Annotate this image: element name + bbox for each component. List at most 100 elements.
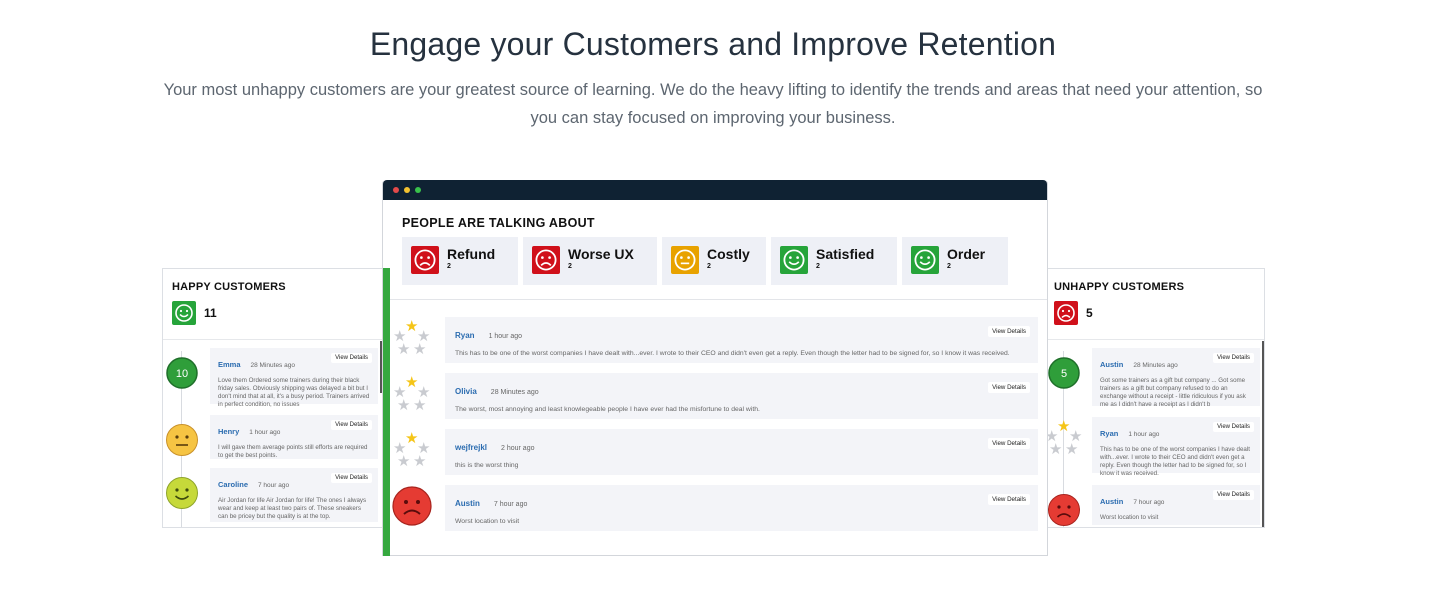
star-empty-icon: ★ [397, 341, 411, 358]
neutral-face-icon [165, 423, 199, 457]
score-badge: 10 [165, 356, 199, 390]
topic-count: 2 [816, 263, 820, 270]
review-text: Worst location to visit [1100, 514, 1159, 521]
window-maximize-dot[interactable] [415, 187, 421, 193]
unhappy-panel-title: UNHAPPY CUSTOMERS [1054, 281, 1185, 293]
topic-label: Costly [707, 246, 750, 262]
star-rating: ★ ★ ★ ★ ★ [393, 319, 433, 358]
topic-count: 2 [707, 263, 711, 270]
topic-count: 2 [568, 263, 572, 270]
unhappy-customers-panel: UNHAPPY CUSTOMERS 5 5 Austin 28 Minutes a… [1045, 268, 1265, 528]
review-time: 1 hour ago [249, 429, 281, 436]
review-time: 1 hour ago [1128, 431, 1160, 438]
star-empty-icon: ★ [397, 453, 411, 470]
star-rating: ★ ★ ★ ★ ★ [1045, 419, 1085, 457]
reviewer-name[interactable]: Ryan [455, 331, 475, 340]
review-time: 7 hour ago [1133, 499, 1165, 506]
review-text: Love them Ordered some trainers during t… [218, 377, 370, 408]
review-time: 7 hour ago [493, 501, 528, 508]
unhappy-list[interactable]: 5 Austin 28 Minutes ago View Details Got … [1045, 341, 1264, 527]
reviewer-name[interactable]: Ryan [1100, 429, 1118, 438]
review-time: 2 hour ago [501, 445, 535, 452]
reviewer-name[interactable]: Henry [218, 427, 239, 436]
view-details-button[interactable]: View Details [988, 494, 1030, 505]
happy-list[interactable]: 10 Emma 28 Minutes ago View Details Love … [163, 341, 382, 527]
main-dashboard-window: PEOPLE ARE TALKING ABOUT Refund 2 Worse U… [382, 180, 1048, 556]
happy-customers-panel: HAPPY CUSTOMERS 11 10 Emma 28 Minutes ago… [162, 268, 382, 528]
unhappy-face-icon [411, 246, 439, 274]
review-time: 28 Minutes ago [250, 362, 295, 369]
scrollbar[interactable] [1262, 341, 1264, 527]
star-empty-icon: ★ [1065, 441, 1079, 458]
star-empty-icon: ★ [1049, 441, 1063, 458]
view-details-button[interactable]: View Details [988, 326, 1030, 337]
view-details-button[interactable]: View Details [331, 420, 372, 430]
review-card: Austin 7 hour ago View Details Worst loca… [445, 485, 1038, 531]
red-sad-face-icon [1047, 493, 1081, 527]
reviewer-name[interactable]: Austin [1100, 497, 1123, 506]
svg-text:10: 10 [176, 368, 188, 380]
review-time: 28 Minutes ago [1133, 362, 1178, 369]
window-close-dot[interactable] [393, 187, 399, 193]
view-details-button[interactable]: View Details [331, 473, 372, 483]
topic-label: Order [947, 246, 986, 262]
topic-chip[interactable]: Refund 2 [402, 237, 518, 285]
star-rating: ★ ★ ★ ★ ★ [393, 375, 433, 414]
topic-chip[interactable]: Costly 2 [662, 237, 766, 285]
unhappy-panel-header: UNHAPPY CUSTOMERS 5 [1045, 269, 1264, 340]
reviewer-name[interactable]: Emma [218, 360, 241, 369]
star-empty-icon: ★ [413, 453, 427, 470]
view-details-button[interactable]: View Details [988, 382, 1030, 393]
reviewer-name[interactable]: Austin [455, 499, 480, 508]
view-details-button[interactable]: View Details [1213, 422, 1254, 432]
topic-label: Worse UX [568, 246, 634, 262]
topic-chip[interactable]: Satisfied 2 [771, 237, 897, 285]
review-text: this is the worst thing [455, 462, 519, 469]
topic-count: 2 [447, 263, 451, 270]
view-details-button[interactable]: View Details [1213, 353, 1254, 363]
review-card: Olivia 28 Minutes ago View Details The wo… [445, 373, 1038, 419]
review-card: Austin 7 hour ago View Details Worst loca… [1092, 485, 1260, 525]
unhappy-face-icon [532, 246, 560, 274]
happy-panel-header: HAPPY CUSTOMERS 11 [163, 269, 382, 340]
score-badge: 5 [1047, 356, 1081, 390]
window-minimize-dot[interactable] [404, 187, 410, 193]
review-text: This has to be one of the worst companie… [1100, 446, 1250, 477]
review-text: The worst, most annoying and least knowl… [455, 406, 760, 413]
review-text: Worst location to visit [455, 518, 520, 525]
star-empty-icon: ★ [397, 397, 411, 414]
reviewer-name[interactable]: Caroline [218, 480, 248, 489]
view-details-button[interactable]: View Details [331, 353, 372, 363]
topic-chip[interactable]: Worse UX 2 [523, 237, 657, 285]
reviewer-name[interactable]: Austin [1100, 360, 1123, 369]
topic-label: Refund [447, 246, 496, 262]
view-details-button[interactable]: View Details [1213, 490, 1254, 500]
happy-face-icon [780, 246, 808, 274]
reviewer-name[interactable]: wejfrejkl [455, 443, 487, 452]
section-title: PEOPLE ARE TALKING ABOUT [402, 216, 595, 230]
happy-count: 11 [204, 306, 217, 320]
unhappy-face-icon [1054, 301, 1078, 325]
star-empty-icon: ★ [413, 397, 427, 414]
review-card: Emma 28 Minutes ago View Details Love the… [210, 348, 378, 408]
review-text: Air Jordan for life Air Jordan for life!… [218, 497, 367, 520]
review-card: Ryan 1 hour ago View Details This has to … [1092, 417, 1260, 477]
review-time: 1 hour ago [488, 333, 523, 340]
happy-panel-title: HAPPY CUSTOMERS [172, 281, 286, 293]
review-card: Caroline 7 hour ago View Details Air Jord… [210, 468, 378, 522]
review-card: Henry 1 hour ago View Details I will gave… [210, 415, 378, 459]
svg-text:5: 5 [1061, 368, 1067, 380]
review-time: 28 Minutes ago [490, 389, 539, 396]
page-title: Engage your Customers and Improve Retent… [369, 26, 1057, 62]
review-card: Ryan 1 hour ago View Details This has to … [445, 317, 1038, 363]
review-text: I will gave them average points still ef… [218, 444, 368, 459]
review-time: 7 hour ago [258, 482, 290, 489]
star-empty-icon: ★ [413, 341, 427, 358]
happy-face-icon [911, 246, 939, 274]
reviewer-name[interactable]: Olivia [455, 387, 477, 396]
happy-accent-strip [383, 268, 390, 556]
topic-chip[interactable]: Order 2 [902, 237, 1008, 285]
topic-label: Satisfied [816, 246, 875, 262]
review-card: Austin 28 Minutes ago View Details Got so… [1092, 348, 1260, 408]
view-details-button[interactable]: View Details [988, 438, 1030, 449]
